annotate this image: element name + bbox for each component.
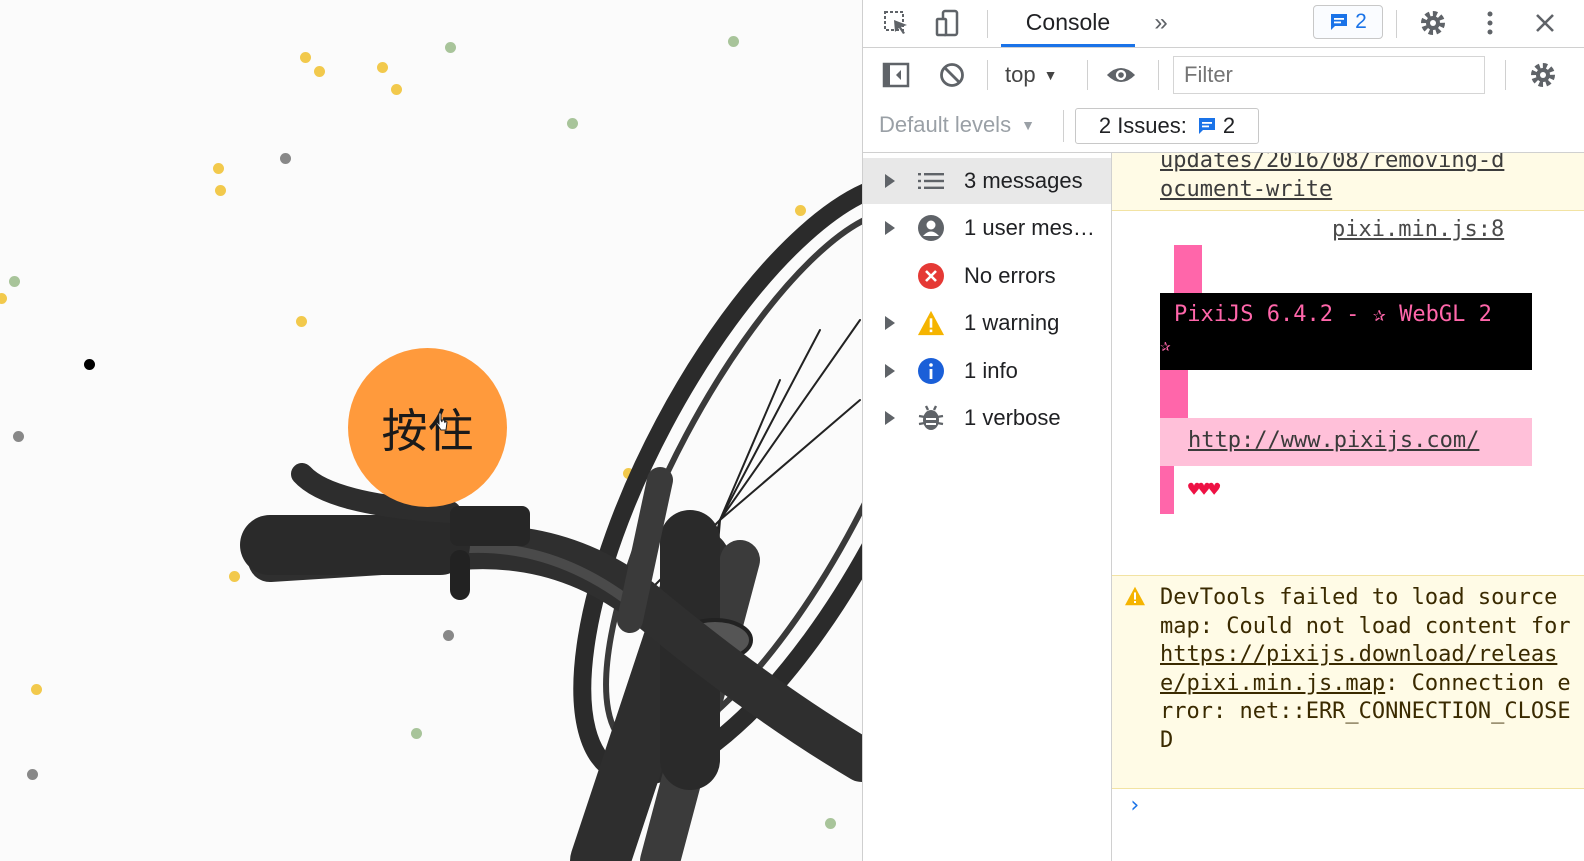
tab-console-label: Console — [1025, 8, 1111, 35]
console-prompt[interactable]: › — [1128, 793, 1141, 818]
issues-button-count: 2 — [1222, 113, 1236, 138]
issues-button[interactable]: 2 Issues: 2 — [1075, 108, 1259, 144]
info-icon — [917, 357, 945, 385]
devtools-panel: Console » 2 top ▼ Filter Default levels … — [862, 0, 1584, 861]
expand-arrow-icon[interactable] — [885, 316, 895, 330]
sidebar-item-messages[interactable]: 3 messages — [863, 158, 1111, 204]
warning-icon — [917, 309, 945, 337]
inspect-element-icon[interactable] — [881, 8, 911, 38]
close-icon[interactable] — [1530, 8, 1560, 38]
hold-button-label: 按住 — [381, 403, 474, 458]
log-levels-dropdown[interactable]: Default levels ▼ — [879, 112, 1035, 138]
sidebar-item-warnings[interactable]: 1 warning — [863, 300, 1111, 346]
pixi-banner-stripe — [1160, 466, 1174, 514]
sidebar-item-label: 1 verbose — [964, 405, 1061, 430]
divider — [1505, 60, 1506, 90]
device-toolbar-icon[interactable] — [933, 8, 963, 38]
console-message-warning: DevTools failed to load source map: Coul… — [1112, 575, 1584, 789]
pixi-banner-text: PixiJS 6.4.2 - ✰ WebGL 2 — [1174, 302, 1492, 327]
console-link[interactable]: updates/2016/08/removing-d — [1160, 153, 1504, 176]
pixi-canvas[interactable]: 按住 — [0, 0, 862, 861]
warning-message-text: DevTools failed to load source map: Coul… — [1160, 584, 1580, 755]
divider — [1063, 110, 1064, 142]
expand-arrow-icon[interactable] — [885, 221, 895, 235]
list-icon — [917, 167, 945, 195]
dropdown-arrow-icon: ▼ — [1043, 67, 1058, 83]
divider — [987, 60, 988, 90]
sidebar-item-label: 1 info — [964, 358, 1018, 383]
message-icon — [1331, 14, 1348, 30]
issues-count: 2 — [1355, 10, 1367, 33]
divider — [1158, 60, 1159, 90]
sidebar-item-info[interactable]: 1 info — [863, 348, 1111, 394]
bug-icon — [917, 404, 945, 432]
sidebar-item-label: No errors — [964, 263, 1056, 288]
expand-arrow-icon[interactable] — [885, 411, 895, 425]
pixi-banner: PixiJS 6.4.2 - ✰ WebGL 2 ✰ — [1160, 293, 1532, 370]
devtools-tabbar: Console » 2 — [863, 0, 1584, 48]
pixi-url-link[interactable]: http://www.pixijs.com/ — [1188, 428, 1479, 453]
sidebar-item-user-messages[interactable]: 1 user mes… — [863, 205, 1111, 251]
pixi-banner-star: ✰ — [1160, 335, 1171, 356]
pixi-banner-stripe — [1160, 370, 1188, 418]
sidebar-item-label: 3 messages — [964, 168, 1083, 193]
warning-message-prefix: DevTools failed to load source map: Coul… — [1160, 585, 1584, 639]
message-icon — [1198, 118, 1215, 134]
context-selector[interactable]: top ▼ — [1005, 58, 1057, 92]
divider — [987, 10, 988, 38]
dropdown-arrow-icon: ▼ — [1021, 117, 1035, 133]
divider — [1087, 60, 1088, 90]
console-settings-gear-icon[interactable] — [1528, 60, 1558, 90]
pixi-url-row: http://www.pixijs.com/ — [1160, 418, 1532, 466]
clear-console-icon[interactable] — [937, 60, 967, 90]
sidebar-item-label: 1 user mes… — [964, 215, 1095, 240]
hold-button[interactable]: 按住 — [348, 348, 507, 507]
tab-console[interactable]: Console — [1001, 0, 1135, 47]
more-options-icon[interactable] — [1475, 8, 1505, 38]
divider — [1396, 10, 1397, 38]
more-tabs-chevron-icon[interactable]: » — [1146, 8, 1176, 38]
prompt-chevron-icon: › — [1128, 793, 1142, 818]
pixi-banner-stripe — [1174, 245, 1202, 293]
console-output: updates/2016/08/removing-d ocument-write… — [1112, 153, 1584, 861]
issues-counter-button[interactable]: 2 — [1313, 5, 1383, 39]
settings-gear-icon[interactable] — [1418, 8, 1448, 38]
pointer-cursor-icon — [435, 412, 449, 437]
console-sidebar: 3 messages 1 user mes… No errors 1 warni… — [863, 153, 1112, 861]
expand-arrow-icon[interactable] — [885, 174, 895, 188]
live-expression-eye-icon[interactable] — [1106, 60, 1136, 90]
console-toolbar-secondary: Default levels ▼ 2 Issues: 2 — [863, 102, 1584, 153]
expand-arrow-icon[interactable] — [885, 364, 895, 378]
filter-input[interactable] — [1173, 56, 1485, 94]
user-icon — [917, 214, 945, 242]
source-location-link[interactable]: pixi.min.js:8 — [1332, 217, 1504, 242]
console-message-warning-tail: updates/2016/08/removing-d ocument-write — [1112, 153, 1584, 211]
sidebar-item-errors[interactable]: No errors — [863, 253, 1111, 299]
sidebar-item-verbose[interactable]: 1 verbose — [863, 395, 1111, 441]
warning-icon — [1124, 586, 1146, 610]
sidebar-item-label: 1 warning — [964, 310, 1060, 335]
console-toolbar: top ▼ — [863, 48, 1584, 102]
error-icon — [917, 262, 945, 290]
context-selector-value: top — [1005, 62, 1036, 87]
hearts-text: ♥♥♥ — [1188, 477, 1220, 501]
sidebar-toggle-icon[interactable] — [881, 60, 911, 90]
issues-label: 2 Issues: — [1098, 113, 1187, 138]
console-link[interactable]: ocument-write — [1160, 176, 1504, 205]
log-levels-label: Default levels — [879, 112, 1012, 137]
